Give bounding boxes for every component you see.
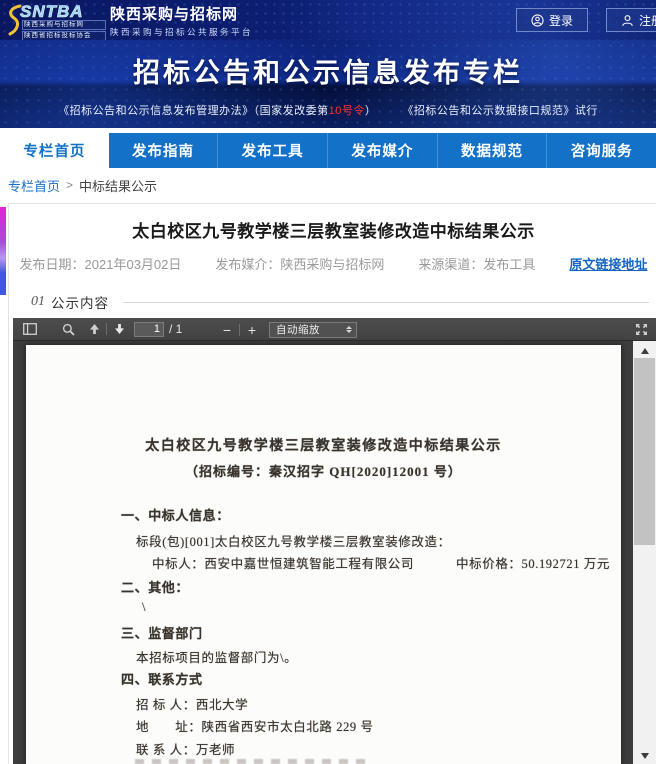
doc-section4-heading: 四、联系方式 — [121, 669, 203, 688]
user-icon — [621, 14, 634, 27]
doc-winner: 中标人：西安中嘉世恒建筑智能工程有限公司 — [152, 557, 414, 571]
doc-section3-heading: 三、监督部门 — [121, 623, 203, 642]
section-title: 公示内容 — [51, 292, 109, 312]
original-link[interactable]: 原文链接地址 — [569, 254, 647, 273]
logo-subtext-1: 陕西采购与招标网 — [22, 20, 106, 30]
publish-date: 发布日期：2021年03月02日 — [20, 254, 182, 273]
article-meta-row: 发布日期：2021年03月02日 发布媒介：陕西采购与招标网 来源渠道：发布工具… — [9, 254, 656, 273]
doc-section2-heading: 二、其他： — [121, 577, 189, 596]
regulation-2: 《招标公告和公示数据接口规范》试行 — [402, 105, 598, 117]
regulation-1-post: ） — [365, 105, 377, 117]
presentation-mode-icon[interactable] — [632, 321, 650, 339]
doc-tenderee-line: 招 标 人：西北大学 — [136, 694, 248, 713]
scanned-document: 太白校区九号教学楼三层教室装修改造中标结果公示 （招标编号：秦汉招字 QH[20… — [26, 345, 621, 764]
previous-page-icon[interactable] — [85, 320, 103, 338]
pdf-viewer: / 1 − + 自动缩放 — [13, 318, 656, 764]
site-subtitle: 陕西采购与招标公共服务平台 — [110, 26, 253, 38]
article-title: 太白校区九号教学楼三层教室装修改造中标结果公示 — [9, 217, 656, 242]
doc-section2-content: \ — [142, 600, 146, 615]
breadcrumb-separator: > — [66, 178, 73, 192]
page-root: SNTBA 陕西采购与招标网 陕西省招标投标协会 陕西采购与招标网 陕西采购与招… — [0, 0, 656, 764]
nav-tab-publish-guide[interactable]: 发布指南 — [109, 133, 218, 168]
doc-winner-line: 中标人：西安中嘉世恒建筑智能工程有限公司 中标价格：50.192721 万元 — [152, 553, 610, 572]
top-header-bar: SNTBA 陕西采购与招标网 陕西省招标投标协会 陕西采购与招标网 陕西采购与招… — [0, 0, 656, 40]
side-accent-strip — [0, 207, 6, 295]
register-label: 注册 — [639, 12, 656, 29]
section-number: 01 — [31, 294, 45, 310]
page-count-label: / 1 — [169, 322, 182, 336]
breadcrumb: 专栏首页 > 中标结果公示 — [8, 168, 648, 202]
doc-address-line: 地 址：陕西省西安市太白北路 229 号 — [136, 716, 374, 735]
hero-banner: 招标公告和公示信息发布专栏 《招标公告和公示信息发布管理办法》（国家发改委第10… — [0, 40, 656, 128]
banner-regulations: 《招标公告和公示信息发布管理办法》（国家发改委第10号令） 《招标公告和公示数据接… — [0, 102, 656, 118]
main-nav: 专栏首页 发布指南 发布工具 发布媒介 数据规范 咨询服务 — [0, 133, 656, 168]
logo-acronym: SNTBA — [20, 2, 84, 22]
user-circle-icon — [531, 14, 544, 27]
login-button[interactable]: 登录 — [516, 8, 588, 32]
site-logo[interactable]: SNTBA 陕西采购与招标网 陕西省招标投标协会 陕西采购与招标网 陕西采购与招… — [6, 3, 253, 38]
zoom-level-select[interactable]: 自动缩放 — [269, 322, 357, 338]
pdf-page: 太白校区九号教学楼三层教室装修改造中标结果公示 （招标编号：秦汉招字 QH[20… — [26, 345, 621, 764]
zoom-in-button[interactable]: + — [243, 322, 261, 338]
doc-contact-line: 联 系 人：万老师 — [136, 739, 235, 758]
next-page-icon[interactable] — [110, 320, 128, 338]
source-channel: 来源渠道：发布工具 — [418, 254, 535, 273]
doc-section1-heading: 一、中标人信息： — [121, 505, 230, 524]
zoom-out-button[interactable]: − — [218, 322, 236, 338]
auth-buttons: 登录 注册 — [516, 8, 656, 32]
section-header: 01 公示内容 — [31, 292, 649, 312]
doc-price: 中标价格：50.192721 万元 — [456, 557, 610, 571]
doc-lot-line: 标段(包)[001]太白校区九号教学楼三层教室装修改造： — [136, 531, 451, 550]
login-label: 登录 — [549, 12, 573, 29]
doc-supervisor-line: 本招标项目的监督部门为\。 — [136, 647, 297, 666]
register-button[interactable]: 注册 — [606, 8, 656, 32]
scroll-down-icon[interactable] — [633, 748, 656, 763]
regulation-1-order-no: 10号令 — [329, 105, 365, 117]
scroll-up-icon[interactable] — [633, 343, 656, 358]
zoom-level-value: 自动缩放 — [276, 322, 320, 337]
scrollbar-thumb[interactable] — [634, 358, 655, 545]
search-icon[interactable] — [59, 320, 77, 338]
breadcrumb-home-link[interactable]: 专栏首页 — [8, 176, 60, 195]
publish-media: 发布媒介：陕西采购与招标网 — [215, 254, 384, 273]
nav-tab-publish-tools[interactable]: 发布工具 — [217, 133, 327, 168]
select-spinner-icon — [346, 326, 352, 333]
site-name: 陕西采购与招标网 — [110, 3, 253, 24]
pdf-vertical-scrollbar[interactable] — [633, 341, 656, 764]
doc-tender-number: （招标编号：秦汉招字 QH[2020]12001 号） — [26, 461, 621, 480]
regulation-1-pre: 《招标公告和公示信息发布管理办法》（国家发改委第 — [58, 105, 329, 117]
banner-title: 招标公告和公示信息发布专栏 — [0, 51, 656, 90]
nav-tab-publish-media[interactable]: 发布媒介 — [327, 133, 437, 168]
section-divider-line — [123, 302, 649, 303]
page-number-input[interactable] — [134, 322, 164, 337]
doc-cutoff-line — [135, 759, 365, 764]
logo-mark: SNTBA 陕西采购与招标网 陕西省招标投标协会 — [6, 3, 102, 37]
sidebar-toggle-icon[interactable] — [21, 320, 39, 338]
breadcrumb-current: 中标结果公示 — [79, 176, 157, 195]
nav-strip: 专栏首页 发布指南 发布工具 发布媒介 数据规范 咨询服务 — [0, 128, 656, 168]
doc-title: 太白校区九号教学楼三层教室装修改造中标结果公示 — [26, 435, 621, 455]
nav-tab-data-standards[interactable]: 数据规范 — [437, 133, 547, 168]
nav-tab-home[interactable]: 专栏首页 — [0, 133, 109, 168]
nav-tab-consulting[interactable]: 咨询服务 — [546, 133, 656, 168]
pdf-toolbar: / 1 − + 自动缩放 — [13, 318, 656, 341]
